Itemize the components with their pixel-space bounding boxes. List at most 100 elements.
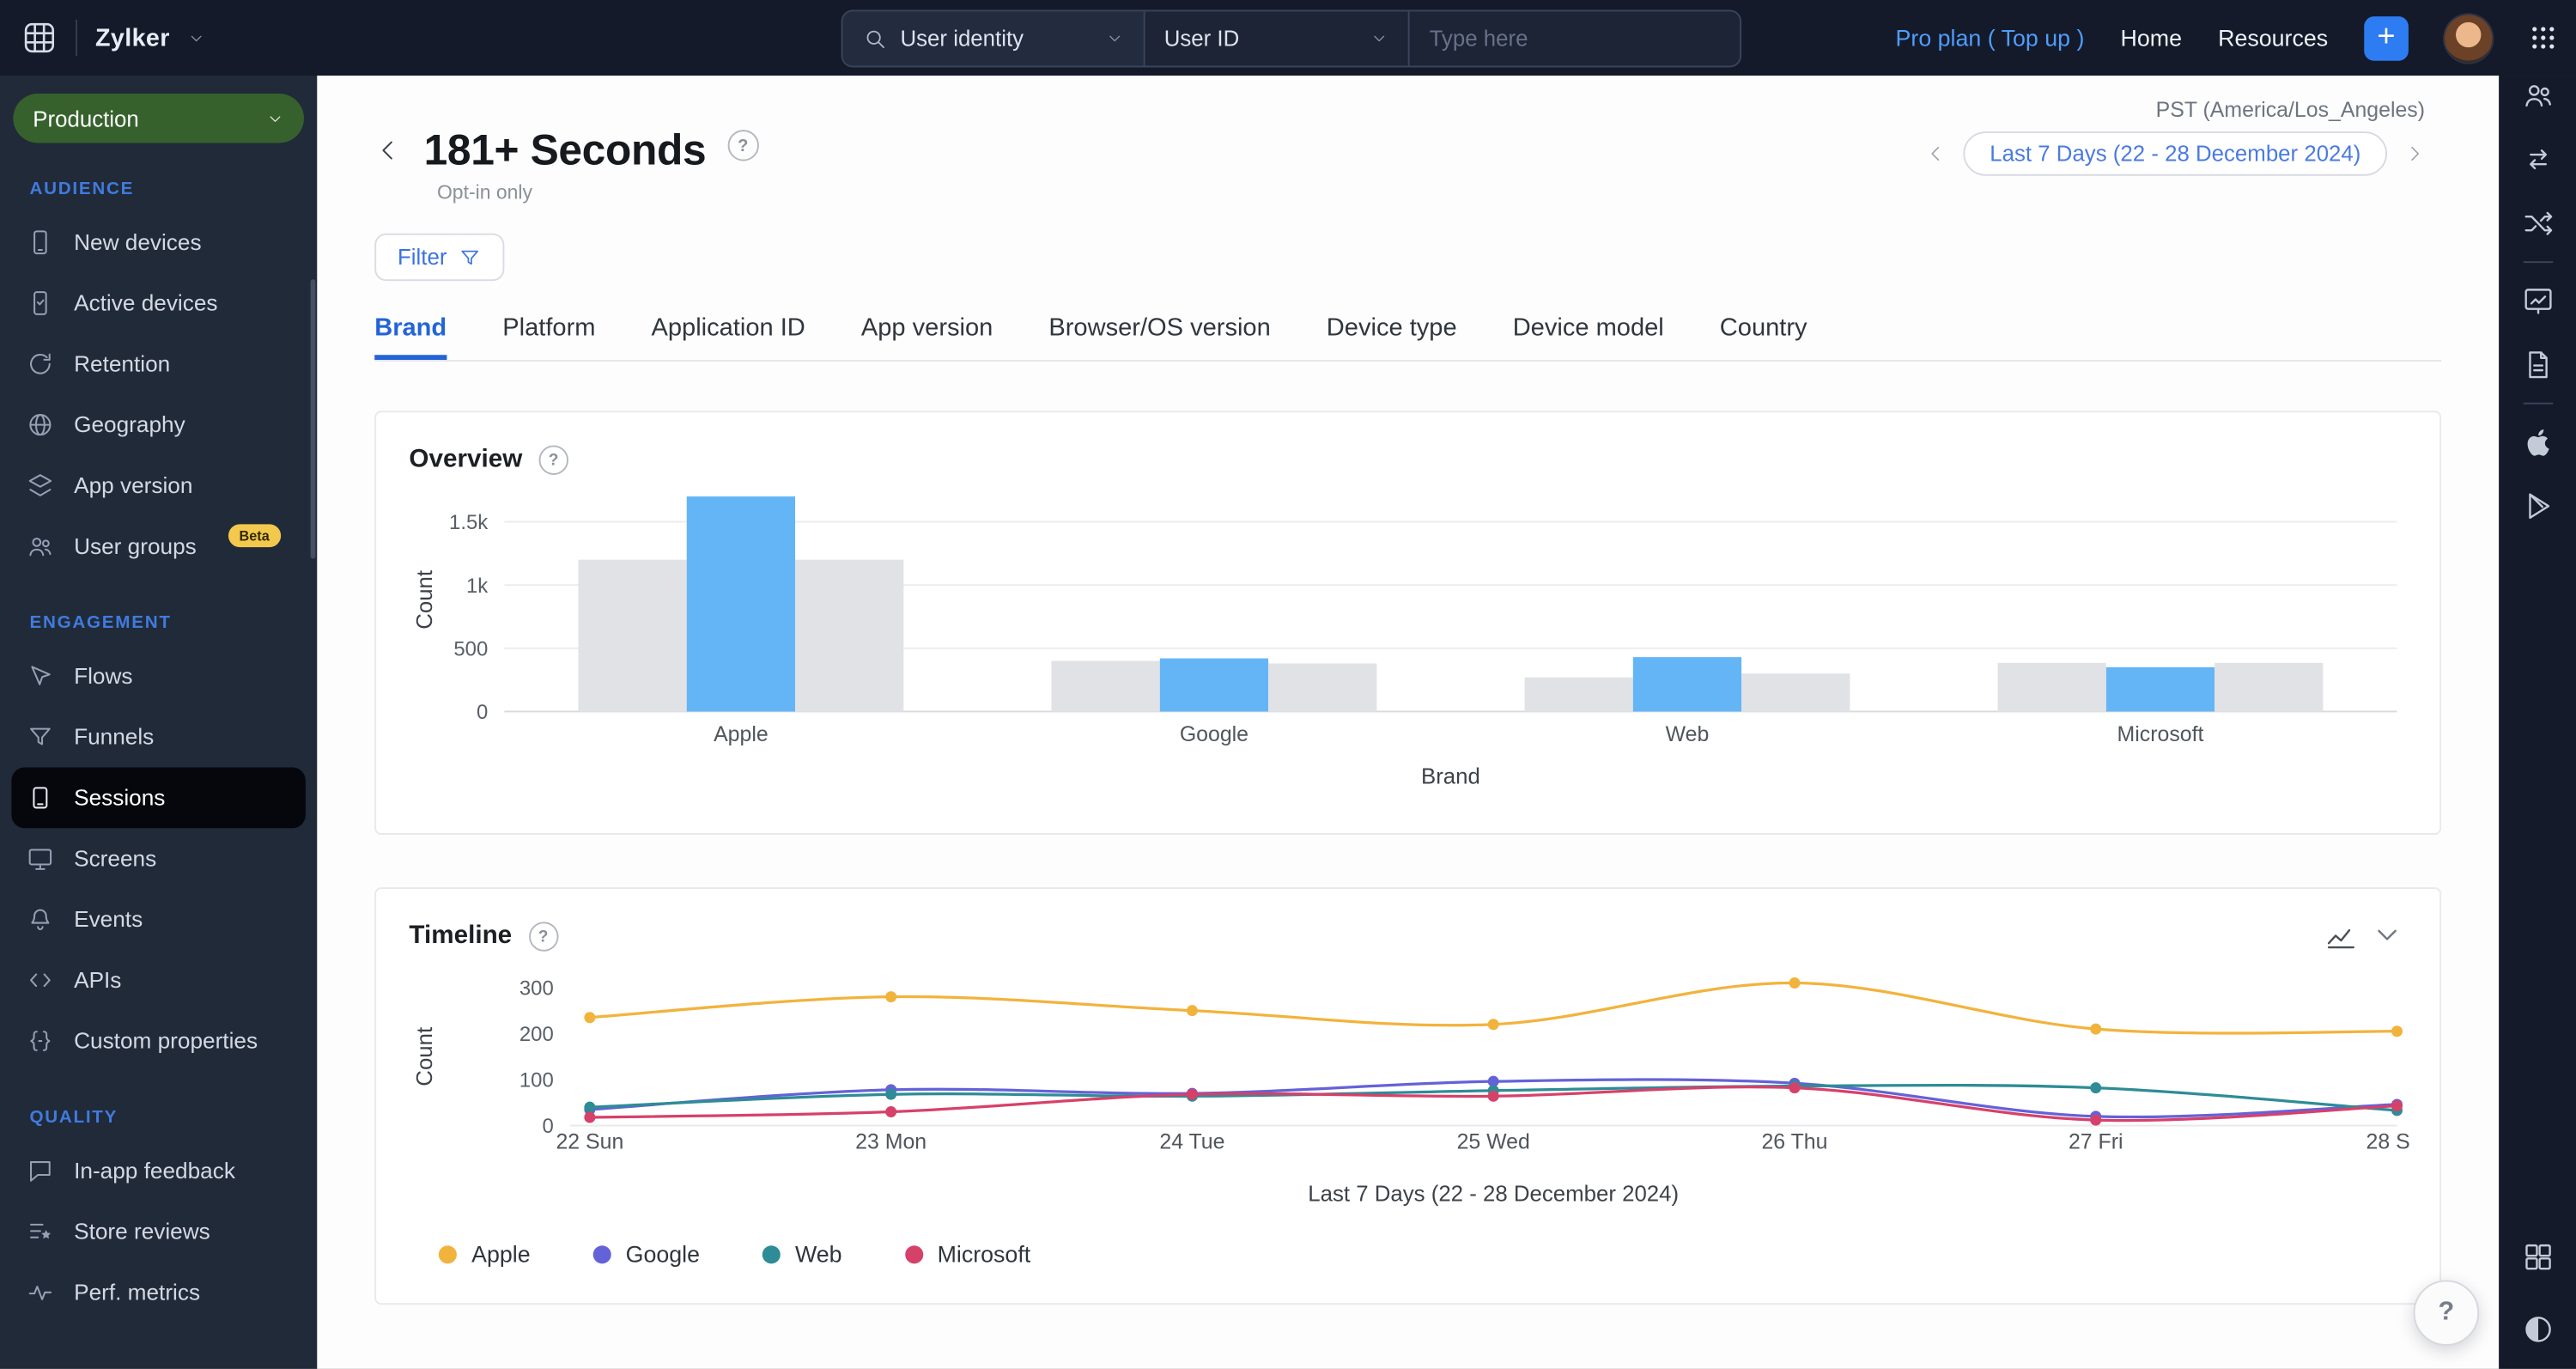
sidebar-item-label: Perf. metrics [74,1280,201,1305]
svg-text:Apple: Apple [714,722,769,746]
rail-divider [2522,261,2553,264]
sidebar-item-label: APIs [74,967,122,993]
overview-help-icon[interactable]: ? [538,445,568,475]
brand-chevron-icon[interactable] [188,28,206,46]
tab-country[interactable]: Country [1720,313,1807,360]
date-range-pill[interactable]: Last 7 Days (22 - 28 December 2024) [1963,131,2388,176]
sidebar-item-in-app-feedback[interactable]: In-app feedback [11,1141,305,1202]
svg-text:0: 0 [477,701,488,724]
filter-button[interactable]: Filter [374,233,505,282]
tab-device-model[interactable]: Device model [1513,313,1664,360]
active-devices-icon [27,289,55,318]
resources-link[interactable]: Resources [2218,25,2328,52]
screens-icon [27,844,55,873]
search-scope-select[interactable]: User identity [842,11,1145,66]
tab-app-version[interactable]: App version [861,313,993,360]
sidebar-item-user-groups[interactable]: User groups Beta [11,516,305,577]
main-content: PST (America/Los_Angeles) Last 7 Days (2… [317,76,2500,1369]
timeline-line-chart[interactable]: 0 100 200 300 22 Sun 23 Mon 24 Tue 25 Wed 26 Thu… [409,961,2410,1220]
legend-label: Microsoft [937,1240,1031,1268]
sidebar-item-apis[interactable]: APIs [11,950,305,1011]
funnels-icon [27,723,55,751]
retention-icon [27,350,55,379]
chart-type-chevron-icon [2371,919,2403,952]
tab-browser-os-version[interactable]: Browser/OS version [1048,313,1270,360]
brand-name[interactable]: Zylker [95,24,170,52]
windows-grid-icon[interactable] [2521,1241,2554,1274]
pro-plan-link[interactable]: Pro plan [1896,25,1982,52]
sidebar-item-perf-metrics[interactable]: Perf. metrics [11,1262,305,1323]
users-rail-icon[interactable] [2521,79,2554,112]
sidebar-item-label: User groups [74,533,197,559]
sidebar-item-label: Funnels [74,724,155,750]
user-avatar[interactable] [2444,14,2493,62]
environment-chevron-icon [266,109,284,127]
timeline-card-header: Timeline ? [409,919,2407,952]
back-icon[interactable] [374,137,403,165]
svg-text:200: 200 [519,1023,554,1046]
title-help-icon[interactable]: ? [727,130,759,161]
top-up-link[interactable]: ( Top up ) [1988,25,2085,52]
apps-grid-icon[interactable] [2529,23,2558,52]
sidebar-scrollbar-thumb[interactable] [310,279,316,559]
filter-label: Filter [398,245,447,270]
search-input[interactable] [1409,11,1741,66]
add-button[interactable]: + [2364,15,2409,60]
tab-device-type[interactable]: Device type [1327,313,1457,360]
swap-arrows-icon[interactable] [2521,143,2554,175]
new-devices-icon [27,228,55,257]
search-field-value: User ID [1163,26,1240,52]
svg-text:Brand: Brand [1421,765,1480,789]
svg-text:24 Tue: 24 Tue [1159,1129,1224,1153]
legend-item-apple[interactable]: Apple [438,1241,531,1267]
sidebar-item-screens[interactable]: Screens [11,828,305,889]
shuffle-icon[interactable] [2521,207,2554,240]
environment-label: Production [33,106,139,131]
sidebar-item-geography[interactable]: Geography [11,394,305,455]
environment-selector[interactable]: Production [13,94,304,143]
sidebar-item-sessions[interactable]: Sessions [11,767,306,829]
right-rail [2499,76,2576,1369]
in-app-feedback-icon [27,1157,55,1185]
sidebar-item-label: Flows [74,663,133,689]
sidebar-item-label: App version [74,473,193,498]
sidebar-item-app-version[interactable]: App version [11,455,305,516]
sidebar-item-funnels[interactable]: Funnels [11,707,305,768]
document-icon[interactable] [2521,349,2554,381]
sidebar-item-retention[interactable]: Retention [11,333,305,394]
svg-text:1.5k: 1.5k [449,511,488,534]
sidebar-item-events[interactable]: Events [11,889,305,950]
sidebar-item-custom-properties[interactable]: Custom properties [11,1011,305,1072]
home-link[interactable]: Home [2121,25,2182,52]
timeline-help-icon[interactable]: ? [528,922,558,952]
legend-item-google[interactable]: Google [592,1241,700,1267]
svg-text:Count: Count [413,1027,437,1086]
sidebar-item-label: Custom properties [74,1028,258,1054]
svg-text:300: 300 [519,977,554,1001]
tab-application-id[interactable]: Application ID [652,313,805,360]
floating-help-button[interactable]: ? [2413,1280,2480,1346]
date-next-icon[interactable] [2403,143,2425,164]
app-launcher-icon[interactable] [21,20,58,56]
user-groups-icon [27,532,55,561]
date-prev-icon[interactable] [1926,143,1947,164]
timeline-legend: Apple Google Web Microsoft [438,1240,2407,1268]
chart-type-selector[interactable] [2324,919,2403,952]
apple-icon[interactable] [2521,426,2554,459]
tab-brand[interactable]: Brand [374,313,447,360]
legend-item-microsoft[interactable]: Microsoft [904,1240,1031,1268]
svg-text:23 Mon: 23 Mon [855,1129,927,1153]
sidebar-item-active-devices[interactable]: Active devices [11,273,305,334]
theme-toggle-icon[interactable] [2521,1313,2554,1346]
sidebar-item-store-reviews[interactable]: Store reviews [11,1202,305,1263]
tab-platform[interactable]: Platform [502,313,595,360]
google-play-icon[interactable] [2521,490,2554,522]
sidebar-item-new-devices[interactable]: New devices [11,212,305,273]
legend-dot-web [762,1244,781,1263]
monitor-chart-icon[interactable] [2521,284,2554,317]
overview-bar-chart[interactable]: 0 500 1k 1.5k Apple Google Web Microsoft Count Br… [409,484,2409,800]
sidebar-item-flows[interactable]: Flows [11,646,305,707]
legend-item-web[interactable]: Web [762,1241,842,1267]
sidebar-item-label: In-app feedback [74,1158,235,1183]
search-field-select[interactable]: User ID [1145,11,1410,66]
